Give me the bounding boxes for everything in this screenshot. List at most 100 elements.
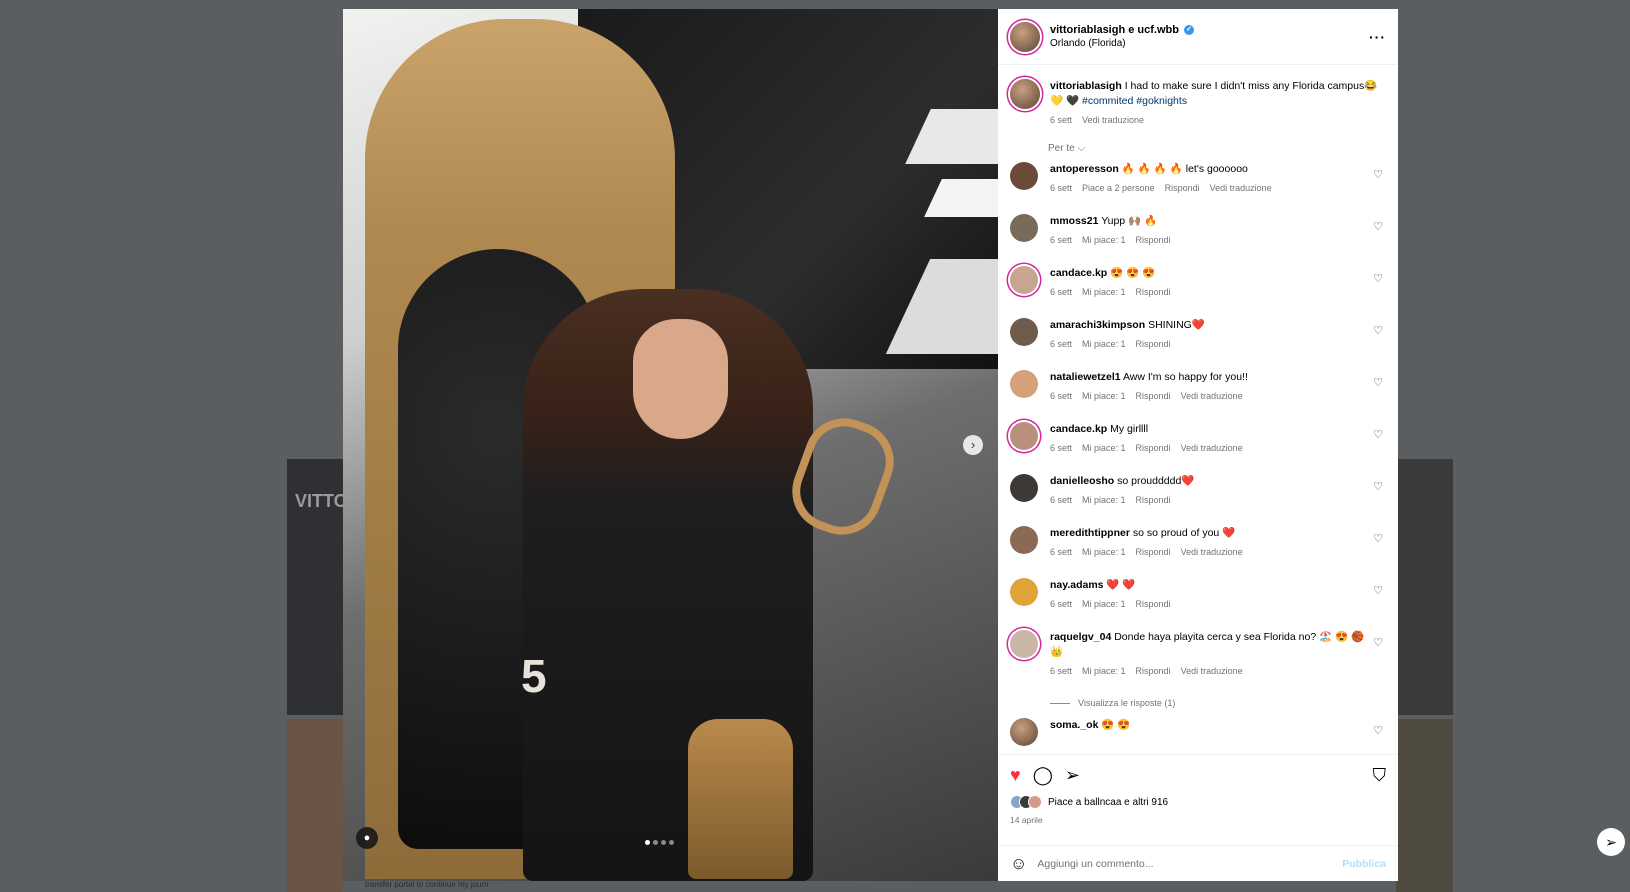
comment-likes-count[interactable]: Mi piace: 1: [1082, 495, 1126, 505]
post-photo[interactable]: 5 › ●: [343, 9, 998, 881]
commenter-username[interactable]: amarachi3kimpson: [1050, 319, 1145, 331]
see-translation-link[interactable]: Vedi traduzione: [1082, 115, 1144, 125]
comment-likes-count[interactable]: Piace a 2 persone: [1082, 183, 1155, 193]
comment-likes-count[interactable]: Mi piace: 1: [1082, 666, 1126, 676]
hashtag-link[interactable]: #goknights: [1136, 95, 1187, 107]
commenter-avatar[interactable]: [1010, 630, 1038, 658]
commenter-username[interactable]: nay.adams: [1050, 579, 1104, 591]
see-translation-link[interactable]: Vedi traduzione: [1210, 183, 1272, 193]
commenter-avatar[interactable]: [1010, 266, 1038, 294]
comment-likes-count[interactable]: Mi piace: 1: [1082, 339, 1126, 349]
caption-username[interactable]: vittoriablasigh: [1050, 80, 1122, 92]
bookmark-icon[interactable]: ⛉: [1373, 765, 1387, 785]
comment-likes-count[interactable]: Mi piace: 1: [1082, 287, 1126, 297]
comment-text: Yupp 🙌🏽 🔥: [1101, 215, 1158, 227]
comment-like-icon[interactable]: ♡: [1370, 168, 1386, 181]
reply-button[interactable]: Rispondi: [1136, 599, 1171, 609]
commenter-avatar[interactable]: [1010, 422, 1038, 450]
tagged-users-icon[interactable]: ●: [356, 827, 378, 849]
commenter-avatar[interactable]: [1010, 162, 1038, 190]
comments-scroll-area[interactable]: vittoriablasigh I had to make sure I did…: [998, 65, 1398, 754]
comment-row: raquelgv_04 Donde haya playita cerca y s…: [1010, 630, 1386, 696]
comment-sort-dropdown[interactable]: Per te ⌵: [1048, 143, 1386, 154]
commenter-username[interactable]: danielleosho: [1050, 475, 1114, 487]
comment-like-icon[interactable]: ♡: [1370, 324, 1386, 337]
carousel-dot: [661, 840, 666, 845]
comment-date: 6 sett: [1050, 287, 1073, 297]
commenter-avatar[interactable]: [1010, 474, 1038, 502]
commenter-avatar[interactable]: [1010, 526, 1038, 554]
comment-like-icon[interactable]: ♡: [1370, 220, 1386, 233]
likes-summary[interactable]: Piace a ballncaa e altri 916: [1010, 795, 1386, 809]
post-location[interactable]: Orlando (Florida): [1050, 38, 1369, 49]
comment-likes-count[interactable]: Mi piace: 1: [1082, 391, 1126, 401]
jersey-number: 5: [521, 650, 547, 702]
carousel-dot: [645, 840, 650, 845]
see-translation-link[interactable]: Vedi traduzione: [1181, 391, 1243, 401]
comment-date: 6 sett: [1050, 666, 1073, 676]
carousel-dots: [645, 840, 674, 845]
reply-button[interactable]: Rispondi: [1136, 391, 1171, 401]
comment-text: Aww I'm so happy for you!!: [1122, 371, 1248, 383]
comment-like-icon[interactable]: ♡: [1370, 480, 1386, 493]
carousel-next-button[interactable]: ›: [963, 435, 983, 455]
commenter-username[interactable]: candace.kp: [1050, 423, 1107, 435]
comment-date: 6 sett: [1050, 183, 1073, 193]
comment-date: 6 sett: [1050, 391, 1073, 401]
publish-button[interactable]: Pubblica: [1342, 858, 1386, 870]
comment-like-icon[interactable]: ♡: [1370, 636, 1386, 649]
view-replies-link[interactable]: Visualizza le risposte (1): [1050, 698, 1386, 708]
comment-likes-count[interactable]: Mi piace: 1: [1082, 443, 1126, 453]
see-translation-link[interactable]: Vedi traduzione: [1181, 666, 1243, 676]
commenter-username[interactable]: soma._ok: [1050, 719, 1098, 731]
comment-icon[interactable]: ◯: [1033, 765, 1053, 785]
commenter-avatar[interactable]: [1010, 718, 1038, 746]
comment-like-icon[interactable]: ♡: [1370, 428, 1386, 441]
reply-button[interactable]: Rispondi: [1136, 443, 1171, 453]
send-message-icon[interactable]: ➢: [1597, 828, 1625, 856]
likes-text[interactable]: Piace a ballncaa e altri 916: [1048, 797, 1168, 808]
reply-button[interactable]: Rispondi: [1136, 339, 1171, 349]
post-modal: 5 › ● vittoriablasigh e ucf.wbb ✓ Orland…: [343, 9, 1398, 881]
commenter-avatar[interactable]: [1010, 578, 1038, 606]
author-avatar[interactable]: [1010, 21, 1040, 52]
commenter-username[interactable]: mmoss21: [1050, 215, 1098, 227]
comment-like-icon[interactable]: ♡: [1370, 584, 1386, 597]
comment-like-icon[interactable]: ♡: [1370, 724, 1386, 737]
author-username[interactable]: vittoriablasigh e ucf.wbb: [1050, 24, 1179, 36]
reply-button[interactable]: Rispondi: [1136, 547, 1171, 557]
reply-button[interactable]: Rispondi: [1136, 495, 1171, 505]
commenter-username[interactable]: meredithtippner: [1050, 527, 1130, 539]
comment-like-icon[interactable]: ♡: [1370, 272, 1386, 285]
share-icon[interactable]: ➢: [1065, 765, 1080, 785]
comment-likes-count[interactable]: Mi piace: 1: [1082, 235, 1126, 245]
comment-date: 6 sett: [1050, 495, 1073, 505]
caption-avatar[interactable]: [1010, 79, 1040, 109]
commenter-avatar[interactable]: [1010, 214, 1038, 242]
reply-button[interactable]: Rispondi: [1136, 287, 1171, 297]
comment-like-icon[interactable]: ♡: [1370, 532, 1386, 545]
reply-button[interactable]: Rispondi: [1165, 183, 1200, 193]
commenter-username[interactable]: raquelgv_04: [1050, 631, 1111, 643]
commenter-avatar[interactable]: [1010, 370, 1038, 398]
reply-button[interactable]: Rispondi: [1136, 235, 1171, 245]
comment-row: candace.kp 😍 😍 😍 6 sett Mi piace: 1 Rispond…: [1010, 266, 1386, 318]
commenter-username[interactable]: nataliewetzel1: [1050, 371, 1121, 383]
see-translation-link[interactable]: Vedi traduzione: [1181, 443, 1243, 453]
more-options-icon[interactable]: ···: [1369, 29, 1386, 45]
comment-like-icon[interactable]: ♡: [1370, 376, 1386, 389]
emoji-icon[interactable]: ☺: [1010, 854, 1027, 874]
comment-likes-count[interactable]: Mi piace: 1: [1082, 599, 1126, 609]
post-caption: vittoriablasigh I had to make sure I did…: [1010, 65, 1386, 125]
person-face: [633, 319, 728, 439]
comment-input[interactable]: [1037, 857, 1343, 870]
reply-button[interactable]: Rispondi: [1136, 666, 1171, 676]
heart-filled-icon[interactable]: ♥: [1010, 765, 1021, 785]
hashtag-link[interactable]: #commited: [1082, 95, 1133, 107]
see-translation-link[interactable]: Vedi traduzione: [1181, 547, 1243, 557]
background-tile: [1396, 459, 1453, 715]
commenter-avatar[interactable]: [1010, 318, 1038, 346]
commenter-username[interactable]: antoperesson: [1050, 163, 1119, 175]
comment-likes-count[interactable]: Mi piace: 1: [1082, 547, 1126, 557]
commenter-username[interactable]: candace.kp: [1050, 267, 1107, 279]
